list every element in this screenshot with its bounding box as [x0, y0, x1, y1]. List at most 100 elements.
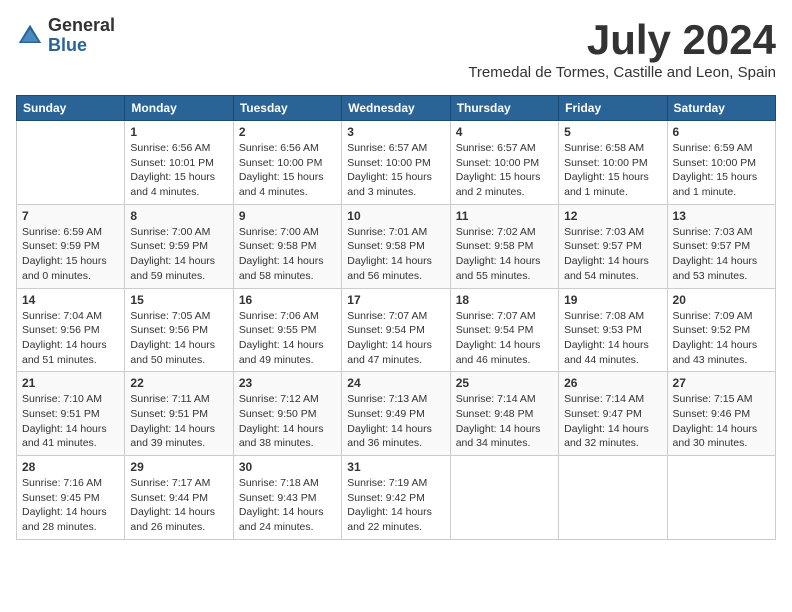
calendar-cell: 6 Sunrise: 6:59 AM Sunset: 10:00 PM Dayli…: [667, 121, 775, 205]
calendar-cell: 16Sunrise: 7:06 AM Sunset: 9:55 PM Dayli…: [233, 288, 341, 372]
day-number: 21: [22, 376, 119, 390]
calendar-cell: [559, 456, 667, 540]
day-number: 22: [130, 376, 227, 390]
title-block: July 2024 Tremedal de Tormes, Castille a…: [468, 16, 776, 91]
calendar-cell: 17 Sunrise: 7:07 AM Sunset: 9:54 PM Dayli…: [342, 288, 450, 372]
day-info: Sunrise: 6:58 AM Sunset: 10:00 PM Daylig…: [564, 141, 661, 200]
day-number: 16: [239, 293, 336, 307]
calendar-cell: 29 Sunrise: 7:17 AM Sunset: 9:44 PM Dayli…: [125, 456, 233, 540]
location-subtitle: Tremedal de Tormes, Castille and Leon, S…: [468, 64, 776, 81]
logo: General Blue: [16, 16, 115, 56]
day-info: Sunrise: 7:07 AM Sunset: 9:54 PM Dayligh…: [347, 309, 444, 368]
day-info: Sunrise: 7:12 AM Sunset: 9:50 PM Dayligh…: [239, 392, 336, 451]
calendar-cell: 27 Sunrise: 7:15 AM Sunset: 9:46 PM Dayli…: [667, 372, 775, 456]
day-number: 12: [564, 209, 661, 223]
day-info: Sunrise: 7:08 AM Sunset: 9:53 PM Dayligh…: [564, 309, 661, 368]
day-number: 29: [130, 460, 227, 474]
calendar-cell: 1 Sunrise: 6:56 AM Sunset: 10:01 PM Dayli…: [125, 121, 233, 205]
calendar-cell: 10 Sunrise: 7:01 AM Sunset: 9:58 PM Dayli…: [342, 204, 450, 288]
calendar-cell: 24 Sunrise: 7:13 AM Sunset: 9:49 PM Dayli…: [342, 372, 450, 456]
day-number: 13: [673, 209, 770, 223]
calendar-cell: 19 Sunrise: 7:08 AM Sunset: 9:53 PM Dayli…: [559, 288, 667, 372]
calendar-cell: 23 Sunrise: 7:12 AM Sunset: 9:50 PM Dayli…: [233, 372, 341, 456]
day-number: 17: [347, 293, 444, 307]
day-info: Sunrise: 7:17 AM Sunset: 9:44 PM Dayligh…: [130, 476, 227, 535]
calendar-cell: 31 Sunrise: 7:19 AM Sunset: 9:42 PM Dayli…: [342, 456, 450, 540]
calendar-cell: 4 Sunrise: 6:57 AM Sunset: 10:00 PM Dayli…: [450, 121, 558, 205]
calendar-cell: 5Sunrise: 6:58 AM Sunset: 10:00 PM Dayli…: [559, 121, 667, 205]
column-header-saturday: Saturday: [667, 96, 775, 121]
day-number: 24: [347, 376, 444, 390]
day-number: 19: [564, 293, 661, 307]
calendar-cell: 20Sunrise: 7:09 AM Sunset: 9:52 PM Dayli…: [667, 288, 775, 372]
calendar-cell: 3Sunrise: 6:57 AM Sunset: 10:00 PM Dayli…: [342, 121, 450, 205]
day-info: Sunrise: 7:09 AM Sunset: 9:52 PM Dayligh…: [673, 309, 770, 368]
month-title: July 2024: [468, 16, 776, 64]
column-header-tuesday: Tuesday: [233, 96, 341, 121]
day-number: 25: [456, 376, 553, 390]
logo-icon: [16, 22, 44, 50]
calendar-table: SundayMondayTuesdayWednesdayThursdayFrid…: [16, 95, 776, 540]
day-info: Sunrise: 7:01 AM Sunset: 9:58 PM Dayligh…: [347, 225, 444, 284]
calendar-cell: 14Sunrise: 7:04 AM Sunset: 9:56 PM Dayli…: [17, 288, 125, 372]
calendar-week-row: 7Sunrise: 6:59 AM Sunset: 9:59 PM Daylig…: [17, 204, 776, 288]
calendar-cell: 22 Sunrise: 7:11 AM Sunset: 9:51 PM Dayli…: [125, 372, 233, 456]
day-info: Sunrise: 7:15 AM Sunset: 9:46 PM Dayligh…: [673, 392, 770, 451]
day-info: Sunrise: 7:05 AM Sunset: 9:56 PM Dayligh…: [130, 309, 227, 368]
day-number: 3: [347, 125, 444, 139]
calendar-cell: [17, 121, 125, 205]
calendar-week-row: 14Sunrise: 7:04 AM Sunset: 9:56 PM Dayli…: [17, 288, 776, 372]
page-header: General Blue July 2024 Tremedal de Torme…: [16, 16, 776, 91]
day-info: Sunrise: 7:19 AM Sunset: 9:42 PM Dayligh…: [347, 476, 444, 535]
day-info: Sunrise: 7:00 AM Sunset: 9:58 PM Dayligh…: [239, 225, 336, 284]
calendar-cell: 12Sunrise: 7:03 AM Sunset: 9:57 PM Dayli…: [559, 204, 667, 288]
calendar-week-row: 21 Sunrise: 7:10 AM Sunset: 9:51 PM Dayli…: [17, 372, 776, 456]
calendar-cell: [667, 456, 775, 540]
day-info: Sunrise: 6:57 AM Sunset: 10:00 PM Daylig…: [456, 141, 553, 200]
day-number: 27: [673, 376, 770, 390]
calendar-cell: 13 Sunrise: 7:03 AM Sunset: 9:57 PM Dayli…: [667, 204, 775, 288]
day-number: 30: [239, 460, 336, 474]
logo-blue: Blue: [48, 36, 115, 56]
column-header-friday: Friday: [559, 96, 667, 121]
calendar-cell: [450, 456, 558, 540]
day-info: Sunrise: 7:13 AM Sunset: 9:49 PM Dayligh…: [347, 392, 444, 451]
day-info: Sunrise: 7:11 AM Sunset: 9:51 PM Dayligh…: [130, 392, 227, 451]
day-number: 10: [347, 209, 444, 223]
day-info: Sunrise: 7:10 AM Sunset: 9:51 PM Dayligh…: [22, 392, 119, 451]
day-number: 23: [239, 376, 336, 390]
calendar-cell: 8Sunrise: 7:00 AM Sunset: 9:59 PM Daylig…: [125, 204, 233, 288]
column-header-wednesday: Wednesday: [342, 96, 450, 121]
day-info: Sunrise: 7:00 AM Sunset: 9:59 PM Dayligh…: [130, 225, 227, 284]
day-number: 28: [22, 460, 119, 474]
day-number: 11: [456, 209, 553, 223]
day-number: 26: [564, 376, 661, 390]
calendar-week-row: 28 Sunrise: 7:16 AM Sunset: 9:45 PM Dayli…: [17, 456, 776, 540]
calendar-cell: 15Sunrise: 7:05 AM Sunset: 9:56 PM Dayli…: [125, 288, 233, 372]
calendar-cell: 18Sunrise: 7:07 AM Sunset: 9:54 PM Dayli…: [450, 288, 558, 372]
column-header-sunday: Sunday: [17, 96, 125, 121]
day-number: 14: [22, 293, 119, 307]
day-number: 31: [347, 460, 444, 474]
column-header-thursday: Thursday: [450, 96, 558, 121]
day-info: Sunrise: 7:14 AM Sunset: 9:47 PM Dayligh…: [564, 392, 661, 451]
day-number: 18: [456, 293, 553, 307]
day-number: 1: [130, 125, 227, 139]
calendar-cell: 26 Sunrise: 7:14 AM Sunset: 9:47 PM Dayli…: [559, 372, 667, 456]
day-number: 9: [239, 209, 336, 223]
day-number: 4: [456, 125, 553, 139]
day-number: 7: [22, 209, 119, 223]
day-info: Sunrise: 7:16 AM Sunset: 9:45 PM Dayligh…: [22, 476, 119, 535]
calendar-cell: 21 Sunrise: 7:10 AM Sunset: 9:51 PM Dayli…: [17, 372, 125, 456]
calendar-cell: 9 Sunrise: 7:00 AM Sunset: 9:58 PM Daylig…: [233, 204, 341, 288]
calendar-week-row: 1 Sunrise: 6:56 AM Sunset: 10:01 PM Dayli…: [17, 121, 776, 205]
day-info: Sunrise: 7:03 AM Sunset: 9:57 PM Dayligh…: [673, 225, 770, 284]
day-info: Sunrise: 6:56 AM Sunset: 10:01 PM Daylig…: [130, 141, 227, 200]
calendar-cell: 30Sunrise: 7:18 AM Sunset: 9:43 PM Dayli…: [233, 456, 341, 540]
day-number: 6: [673, 125, 770, 139]
logo-general: General: [48, 16, 115, 36]
day-info: Sunrise: 7:14 AM Sunset: 9:48 PM Dayligh…: [456, 392, 553, 451]
calendar-cell: 2Sunrise: 6:56 AM Sunset: 10:00 PM Dayli…: [233, 121, 341, 205]
calendar-cell: 11Sunrise: 7:02 AM Sunset: 9:58 PM Dayli…: [450, 204, 558, 288]
day-info: Sunrise: 6:59 AM Sunset: 10:00 PM Daylig…: [673, 141, 770, 200]
